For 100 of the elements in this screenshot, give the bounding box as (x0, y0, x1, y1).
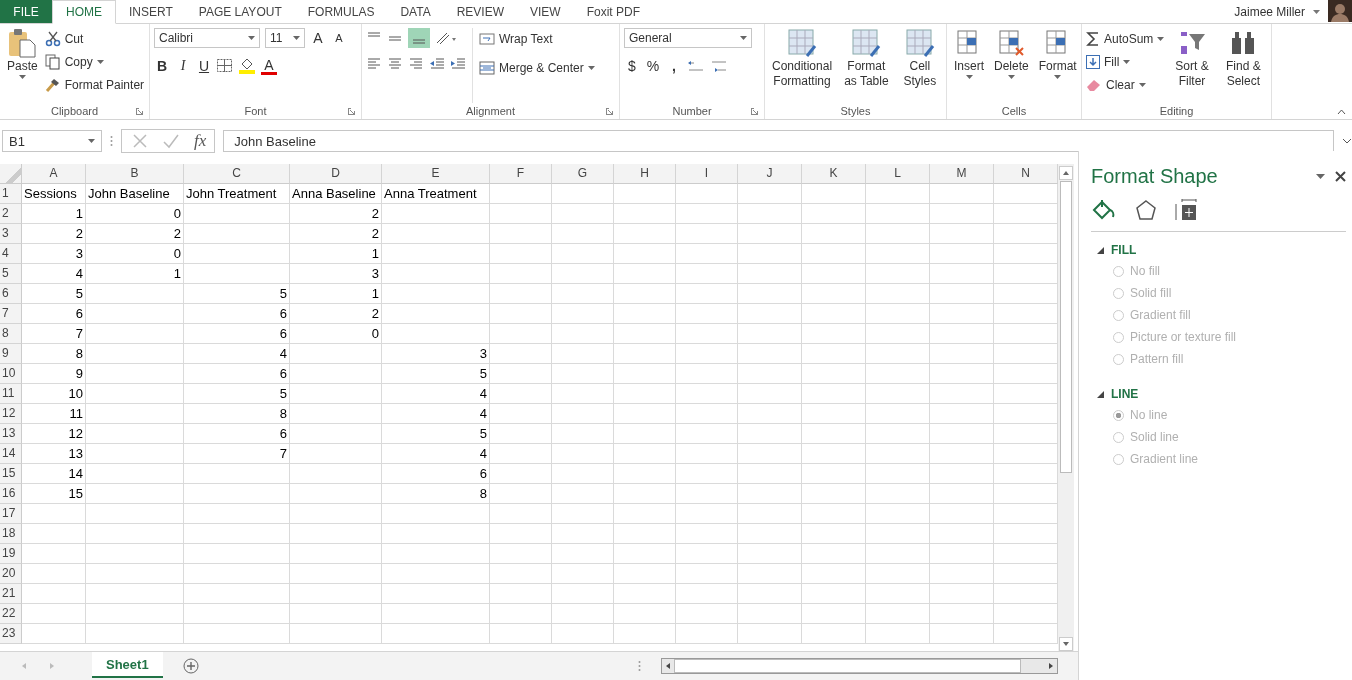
row-header[interactable]: 18 (0, 524, 22, 544)
bold-button[interactable]: B (154, 56, 170, 76)
size-properties-icon[interactable] (1175, 199, 1197, 221)
merge-center-button[interactable]: Merge & Center (479, 57, 595, 78)
next-sheet-icon[interactable] (48, 662, 56, 670)
ribbon-tab[interactable]: INSERT (116, 0, 186, 23)
editing-button[interactable]: Find & Select (1219, 28, 1267, 103)
collapse-triangle-icon[interactable] (1097, 390, 1104, 398)
dialog-launcher-icon[interactable] (606, 107, 613, 115)
vertical-scrollbar[interactable] (1058, 164, 1074, 651)
row-header[interactable]: 4 (0, 244, 22, 264)
align-left-icon[interactable] (366, 56, 382, 70)
underline-button[interactable]: U (196, 56, 212, 76)
font-size-dropdown[interactable]: 11 (265, 28, 305, 48)
row-header[interactable]: 6 (0, 284, 22, 304)
column-header[interactable]: K (802, 164, 866, 184)
comma-button[interactable]: , (666, 56, 682, 76)
insert-function-button[interactable]: fx (194, 131, 207, 151)
increase-indent-icon[interactable] (450, 56, 466, 70)
caret-icon[interactable] (1313, 9, 1320, 14)
row-header[interactable]: 5 (0, 264, 22, 284)
currency-button[interactable]: $ (624, 56, 640, 76)
styles-button[interactable]: Conditional Formatting (769, 28, 836, 103)
ribbon-tab[interactable]: DATA (387, 0, 444, 23)
sheet-tab[interactable]: Sheet1 (92, 652, 163, 678)
column-header[interactable]: E (382, 164, 490, 184)
decrease-indent-icon[interactable] (429, 56, 445, 70)
row-header[interactable]: 8 (0, 324, 22, 344)
column-header[interactable]: A (22, 164, 86, 184)
column-header[interactable]: M (930, 164, 994, 184)
row-header[interactable]: 2 (0, 204, 22, 224)
splitter-icon[interactable] (638, 660, 641, 672)
format-painter-button[interactable]: Format Painter (44, 74, 145, 95)
cut-button[interactable]: Cut (44, 28, 145, 49)
row-header[interactable]: 21 (0, 584, 22, 604)
name-box[interactable]: B1 (2, 130, 102, 152)
scroll-down-icon[interactable] (1059, 637, 1073, 651)
decrease-font-button[interactable]: A (331, 28, 347, 48)
row-header[interactable]: 3 (0, 224, 22, 244)
row-header[interactable]: 23 (0, 624, 22, 644)
panel-options-icon[interactable] (1316, 173, 1325, 179)
column-header[interactable]: J (738, 164, 802, 184)
column-header[interactable]: D (290, 164, 382, 184)
ribbon-tab[interactable]: PAGE LAYOUT (185, 0, 295, 23)
fill-color-icon[interactable] (238, 58, 256, 74)
row-header[interactable]: 10 (0, 364, 22, 384)
row-header[interactable]: 9 (0, 344, 22, 364)
ribbon-tab[interactable]: VIEW (517, 0, 574, 23)
row-header[interactable]: 17 (0, 504, 22, 524)
previous-sheet-icon[interactable] (20, 662, 28, 670)
column-header[interactable]: B (86, 164, 184, 184)
editing-button[interactable]: Sort & Filter (1168, 28, 1216, 103)
dialog-launcher-icon[interactable] (348, 107, 355, 115)
styles-button[interactable]: Cell Styles (897, 28, 942, 103)
italic-button[interactable]: I (175, 56, 191, 76)
scroll-thumb[interactable] (1060, 181, 1072, 473)
row-header[interactable]: 12 (0, 404, 22, 424)
row-header[interactable]: 14 (0, 444, 22, 464)
row-header[interactable]: 15 (0, 464, 22, 484)
ribbon-tab[interactable]: HOME (52, 0, 116, 24)
collapse-ribbon-icon[interactable] (1337, 109, 1346, 115)
number-format-dropdown[interactable]: General (624, 28, 752, 48)
user-name[interactable]: Jaimee Miller (1234, 4, 1305, 19)
column-header[interactable]: I (676, 164, 738, 184)
avatar-icon[interactable] (1328, 0, 1352, 22)
file-tab[interactable]: FILE (0, 0, 52, 23)
align-right-icon[interactable] (408, 56, 424, 70)
ribbon-tab[interactable]: FORMULAS (294, 0, 388, 23)
cells-button[interactable]: Delete (991, 28, 1032, 103)
new-sheet-icon[interactable] (182, 658, 199, 674)
row-header[interactable]: 11 (0, 384, 22, 404)
ribbon-tab[interactable]: REVIEW (443, 0, 517, 23)
section-title[interactable]: LINE (1111, 387, 1139, 401)
row-header[interactable]: 1 (0, 184, 22, 204)
paste-button[interactable]: Paste (4, 28, 41, 103)
enter-icon[interactable] (162, 133, 180, 149)
column-header[interactable]: N (994, 164, 1058, 184)
expand-icon[interactable] (1342, 138, 1352, 144)
wrap-text-button[interactable]: Wrap Text (479, 28, 595, 49)
orientation-icon[interactable] (435, 31, 457, 45)
percent-button[interactable]: % (645, 56, 661, 76)
autosum-button[interactable]: AutoSum (1086, 28, 1165, 49)
row-header[interactable]: 16 (0, 484, 22, 504)
close-icon[interactable] (1335, 170, 1346, 182)
cancel-icon[interactable] (132, 133, 148, 149)
row-header[interactable]: 19 (0, 544, 22, 564)
row-header[interactable]: 20 (0, 564, 22, 584)
decrease-decimal-icon[interactable] (710, 58, 728, 74)
column-header[interactable]: H (614, 164, 676, 184)
pentagon-icon[interactable] (1135, 199, 1157, 221)
font-color-button[interactable]: A (261, 57, 277, 75)
section-title[interactable]: FILL (1111, 243, 1137, 257)
scroll-thumb[interactable] (674, 659, 1021, 673)
align-center-icon[interactable] (387, 56, 403, 70)
scroll-up-icon[interactable] (1059, 166, 1073, 180)
font-family-dropdown[interactable]: Calibri (154, 28, 260, 48)
column-header[interactable]: F (490, 164, 552, 184)
cells-button[interactable]: Insert (951, 28, 987, 103)
dialog-launcher-icon[interactable] (751, 107, 758, 115)
increase-font-button[interactable]: A (310, 28, 326, 48)
